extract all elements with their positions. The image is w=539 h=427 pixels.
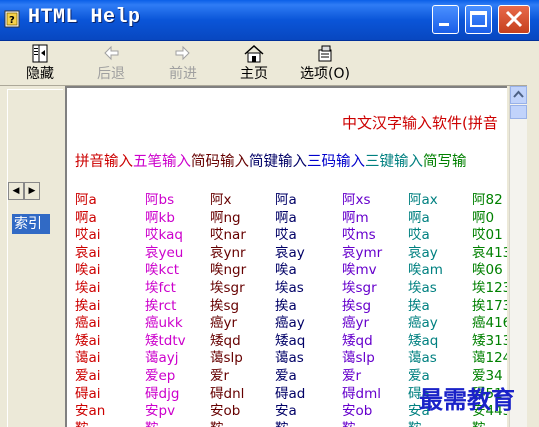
svg-text:?: ? [9,15,15,26]
help-window: ? HTML Help 隐藏 后退 前进 主页 选项(O) ◀ ▶ 索引 中文汉… [0,0,539,427]
input-method-link[interactable]: 简写输 [423,154,467,170]
tab-index[interactable]: 索引 [12,214,50,234]
minimize-icon [439,23,449,26]
back-label: 后退 [97,66,125,82]
content-scrollbar[interactable] [509,86,528,427]
forward-button[interactable]: 前进 [155,43,211,83]
forward-arrow-icon [175,45,190,61]
input-method-link[interactable]: 五笔输入 [133,154,191,170]
input-method-links: 拼音输入五笔输入简码输入简键输入三码输入三键输入简写输 [75,150,467,171]
page-heading: 中文汉字输入软件(拼音 [342,114,498,132]
table-cell: 鞍 [275,417,289,427]
close-button[interactable] [498,5,530,34]
home-button[interactable]: 主页 [226,43,282,83]
table-cell: 鞍 [472,417,486,427]
watermark: 最需教育 [419,385,515,414]
table-cell: 鞍 [75,417,89,427]
hide-pane-icon [32,44,48,63]
table-cell: 鞍 [210,417,224,427]
scroll-thumb[interactable] [510,105,527,119]
tab-scroll-right-button[interactable]: ▶ [24,182,40,200]
home-label: 主页 [240,66,268,82]
nav-tab-area [7,89,63,427]
input-method-link[interactable]: 三码输入 [307,154,365,170]
maximize-icon [470,11,487,27]
options-button[interactable]: 选项(O) [294,43,356,83]
scroll-up-button[interactable] [510,86,527,104]
table-cell: 鞍 [342,417,356,427]
maximize-button[interactable] [465,5,492,34]
left-arrow-icon: ◀ [12,186,20,196]
hide-label: 隐藏 [26,66,54,82]
minimize-button[interactable] [432,5,459,34]
title-bar[interactable]: ? HTML Help [0,0,539,41]
options-icon [318,45,332,62]
table-cell: 鞍 [408,417,422,427]
topic-content-pane: 中文汉字输入软件(拼音 拼音输入五笔输入简码输入简键输入三码输入三键输入简写输 … [65,86,507,427]
close-icon [505,10,523,28]
window-title: HTML Help [28,6,141,29]
window-frame-right [527,41,539,427]
home-icon [244,44,264,63]
input-method-link[interactable]: 简码输入 [191,154,249,170]
hide-button[interactable]: 隐藏 [12,43,68,83]
options-label: 选项(O) [300,66,350,82]
input-method-link[interactable]: 三键输入 [365,154,423,170]
tab-scroll-arrows: ◀ ▶ [8,182,40,200]
input-method-link[interactable]: 拼音输入 [75,154,133,170]
back-arrow-icon [104,45,119,61]
scroll-up-icon [513,90,524,98]
toolbar: 隐藏 后退 前进 主页 选项(O) [0,41,539,86]
back-button[interactable]: 后退 [83,43,139,83]
tab-scroll-left-button[interactable]: ◀ [8,182,24,200]
table-cell: 鞍 [145,417,159,427]
input-method-link[interactable]: 简键输入 [249,154,307,170]
forward-label: 前进 [169,66,197,82]
navigation-pane: ◀ ▶ 索引 [0,86,63,427]
help-app-icon: ? [4,10,20,28]
right-arrow-icon: ▶ [28,186,36,196]
